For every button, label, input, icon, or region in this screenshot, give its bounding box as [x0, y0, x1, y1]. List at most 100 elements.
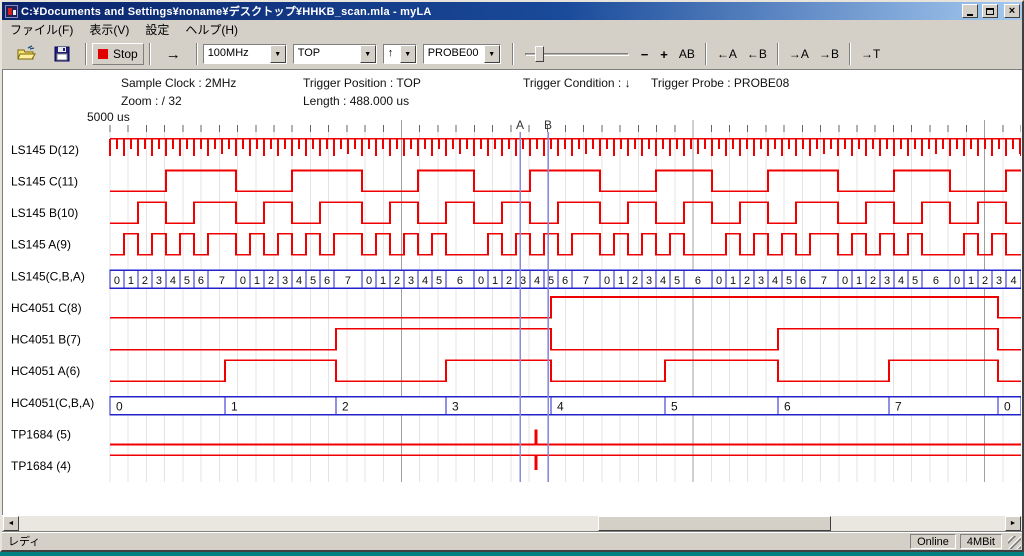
bus-value: 1	[254, 275, 260, 287]
open-file-button[interactable]	[8, 43, 44, 65]
bus-value: 7	[583, 275, 589, 287]
menu-view[interactable]: 表示(V)	[81, 20, 137, 39]
move-a-right-button[interactable]: →A	[784, 43, 814, 65]
bus-cell	[778, 397, 889, 415]
sample-rate-combo[interactable]: 100MHz ▼	[203, 44, 287, 64]
bus-value: 4	[898, 275, 904, 287]
waveform-panel: Sample Clock : 2MHz Trigger Position : T…	[2, 70, 1022, 515]
scrollbar-thumb[interactable]	[598, 516, 831, 531]
menu-file[interactable]: ファイル(F)	[2, 20, 81, 39]
trigger-position-combo[interactable]: TOP ▼	[293, 44, 377, 64]
bus-value: 5	[671, 399, 678, 413]
bus-value: 5	[436, 275, 442, 287]
bus-value: 3	[156, 275, 162, 287]
single-run-button[interactable]: →	[156, 43, 191, 65]
bus-value: 4	[422, 275, 428, 287]
bus-value: 1	[380, 275, 386, 287]
signal-label: LS145(C,B,A)	[11, 269, 85, 283]
waveform-plot: LS145 D(12)LS145 C(11)LS145 B(10)LS145 A…	[3, 70, 1022, 515]
menu-help[interactable]: ヘルプ(H)	[177, 20, 246, 39]
menu-settings[interactable]: 設定	[137, 20, 177, 39]
trigger-probe-combo[interactable]: PROBE00 ▼	[423, 44, 501, 64]
bus-value: 0	[842, 275, 848, 287]
bus-value: 7	[895, 399, 902, 413]
stop-button[interactable]: Stop	[92, 43, 144, 65]
bus-value: 7	[219, 275, 225, 287]
bus-value: 5	[674, 275, 680, 287]
bus-value: 4	[772, 275, 778, 287]
toolbar-separator	[149, 43, 151, 65]
maximize-button[interactable]	[982, 4, 998, 18]
signal-row: LS145 B(10)	[11, 202, 1021, 223]
toolbar-separator	[512, 43, 514, 65]
statusbar: レディ Online 4MBit	[2, 531, 1022, 550]
bus-value: 0	[716, 275, 722, 287]
bus-value: 6	[933, 275, 939, 287]
bus-cell	[551, 397, 665, 415]
bus-value: 5	[912, 275, 918, 287]
signal-label: LS145 B(10)	[11, 206, 78, 220]
zoom-out-button[interactable]: −	[635, 43, 655, 65]
open-folder-icon	[16, 45, 36, 63]
chevron-down-icon[interactable]: ▼	[400, 45, 416, 63]
close-icon: ×	[1009, 6, 1015, 16]
bus-value: 5	[548, 275, 554, 287]
trigger-edge-combo[interactable]: ↑ ▼	[383, 44, 417, 64]
scroll-left-button[interactable]: ◄	[3, 516, 19, 531]
bus-value: 6	[457, 275, 463, 287]
close-button[interactable]: ×	[1004, 4, 1020, 18]
signal-row: HC4051 A(6)	[11, 360, 1021, 381]
bus-value: 1	[968, 275, 974, 287]
horizontal-scrollbar[interactable]: ◄ ►	[2, 515, 1022, 531]
save-file-button[interactable]	[44, 43, 80, 65]
bus-value: 0	[478, 275, 484, 287]
bus-cell	[665, 397, 778, 415]
titlebar[interactable]: C:¥Documents and Settings¥noname¥デスクトップ¥…	[2, 2, 1022, 20]
bus-cell	[336, 397, 446, 415]
bus-value: 0	[1004, 399, 1011, 413]
goto-ab-button[interactable]: AB	[674, 43, 700, 65]
menubar: ファイル(F) 表示(V) 設定 ヘルプ(H)	[2, 20, 1022, 39]
resize-grip-icon[interactable]	[1008, 536, 1021, 549]
toolbar-separator	[705, 43, 707, 65]
move-b-left-button[interactable]: ←B	[742, 43, 772, 65]
bus-value: 3	[758, 275, 764, 287]
zoom-slider[interactable]	[525, 43, 629, 65]
chevron-down-icon[interactable]: ▼	[270, 45, 286, 63]
zoom-in-button[interactable]: +	[654, 43, 674, 65]
toolbar-separator	[849, 43, 851, 65]
slider-handle[interactable]	[535, 46, 544, 62]
signal-label: LS145 D(12)	[11, 143, 79, 157]
scroll-right-button[interactable]: ►	[1005, 516, 1021, 531]
chevron-down-icon[interactable]: ▼	[360, 45, 376, 63]
bus-value: 7	[345, 275, 351, 287]
minimize-button[interactable]	[962, 4, 978, 18]
bus-value: 2	[394, 275, 400, 287]
chevron-down-icon[interactable]: ▼	[484, 45, 500, 63]
bus-value: 3	[452, 399, 459, 413]
bus-value: 2	[744, 275, 750, 287]
move-b-right-button[interactable]: →B	[814, 43, 844, 65]
bus-value: 0	[954, 275, 960, 287]
bus-value: 2	[506, 275, 512, 287]
trigger-edge-value: ↑	[384, 45, 400, 63]
bus-value: 6	[784, 399, 791, 413]
signal-row: HC4051 B(7)	[11, 329, 1021, 350]
bus-value: 1	[730, 275, 736, 287]
bus-value: 4	[296, 275, 302, 287]
signal-row: TP1684 (5)	[11, 427, 1021, 444]
trigger-probe-value: PROBE00	[424, 45, 484, 63]
status-online-badge: Online	[910, 534, 956, 549]
bus-value: 2	[142, 275, 148, 287]
sample-rate-value: 100MHz	[204, 45, 270, 63]
move-a-left-button[interactable]: ←A	[712, 43, 742, 65]
bus-cell	[225, 397, 336, 415]
bus-value: 2	[632, 275, 638, 287]
bus-value: 0	[114, 275, 120, 287]
stop-icon	[98, 49, 108, 59]
bus-value: 3	[408, 275, 414, 287]
goto-trigger-button[interactable]: →T	[856, 43, 885, 65]
cursor-a[interactable]: A	[516, 118, 524, 482]
signal-row: HC4051(C,B,A)012345670	[11, 396, 1021, 415]
bus-value: 6	[198, 275, 204, 287]
